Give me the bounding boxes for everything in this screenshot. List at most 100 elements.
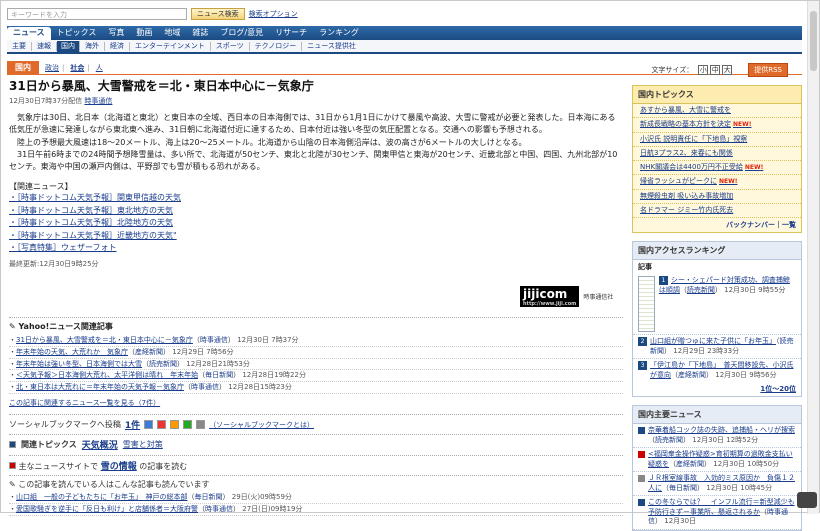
access-ranking-header: 国内アクセスランキング [633,242,801,261]
topic-link[interactable]: 新成長戦略の基本方針を決定 NEW! [633,118,801,133]
bookmark-icon[interactable] [183,420,193,429]
related-topics-label: 関連トピックス [21,440,77,449]
social-bookmark-label: ソーシャルブックマークへ投稿 [9,420,121,429]
news-sites-icon [9,462,16,469]
more-related-link[interactable]: この記事に関連するニュース一覧を見る（7件） [9,398,623,408]
main-news-item: この冬ならでは？ インフル流行＝新型減少も予防行きず－事業所、懸返されるか（時事… [633,496,801,530]
article-body: 気象庁は30日、北日本（北海道と東北）と東日本の全域、西日本の日本海側では、31… [9,112,623,173]
primary-nav: ニュース トピックス 写真 動画 地域 雑誌 ブログ/意見 リサーチ ランキング [7,26,802,40]
social-bookmark-about-link[interactable]: （ソーシャルブックマークとは） [209,420,314,430]
article-source-link[interactable]: 時事通信 [84,97,112,105]
category-label: 国内 [7,60,39,75]
search-options-link[interactable]: 検索オプション [249,9,298,19]
separator: | [62,63,65,72]
related-link[interactable]: ・［時事ドットコム天気予報］東北地方の天気 [9,205,623,218]
backnumber-link[interactable]: バックナンバー｜一覧 [633,218,801,232]
subnav-providers[interactable]: ニュース提供社 [302,42,361,51]
scrollbar-thumb[interactable] [810,11,817,71]
nav-tab-ranking[interactable]: ランキング [313,27,365,40]
article-paragraph: 31日午前6時までの24時間予想降雪量は、多い所で、北海道が50センチ、東北と北… [9,149,618,172]
related-link[interactable]: ・［時事ドットコム天気予報］関東甲信越の天気 [9,192,623,205]
related-news: 【関連ニュース】 ・［時事ドットコム天気予報］関東甲信越の天気 ・［時事ドットコ… [9,181,623,255]
scroll-to-top-button[interactable] [797,492,817,508]
other-sites-prefix: 主なニュースサイトで [18,462,99,471]
also-read: ✎ この記事を読んでいる人はこんな記事も読んでいます ・山口組 一般の子どもたち… [9,475,623,516]
subnav-sports[interactable]: スポーツ [211,41,250,51]
ranking-row: 3 「伊江島か「下地島」 普天間移設先、小沢氏が意向（産経新聞） 12月30日 … [633,358,801,382]
ranking-thumbnail[interactable] [638,276,655,333]
article-date: 12月30日7時37分配信 [9,97,83,105]
snow-info-link[interactable]: 雪の情報 [101,462,137,472]
topic-link[interactable]: あすから暴風、大雪に警戒を [633,104,801,119]
also-read-header: ✎ この記事を読んでいる人はこんな記事も読んでいます [9,480,210,489]
secondary-nav: 主要 速報 国内 海外 経済 エンターテインメント スポーツ テクノロジー ニュ… [7,40,802,54]
nav-tab-research[interactable]: リサーチ [269,27,313,40]
ranking-top-item: 1 シー・シェパード対策成功、調査捕鯨は順調（読売新聞） 12月30日 9時55分 [633,274,801,334]
related-link[interactable]: ・［時事ドットコム天気予報］近畿地方の天気" [9,230,623,243]
topic-link[interactable]: 小沢氏 説明責任に「下地島」視察 [633,133,801,147]
subnav-economy[interactable]: 経済 [105,41,130,51]
subnav-breaking[interactable]: 速報 [32,41,57,51]
article: 31日から暴風、大雪警戒を＝北・東日本中心に－気象庁 12月30日7時37分配信… [9,79,623,269]
topic-weather-overview-link[interactable]: 天気概況 [82,438,118,451]
access-ranking-box: 国内アクセスランキング 記事 1 シー・シェパード対策成功、調査捕鯨は順調（読売新… [632,241,802,398]
subcat-people[interactable]: 人 [96,63,103,73]
list-item: ・北・東日本は大荒れに＝年末年始の天気予報－気象庁（時事通信） 12月28日15… [9,382,623,394]
related-topics: 関連トピックス 天気概況 雪害と対策 [9,434,623,451]
nav-tab-blog[interactable]: ブログ/意見 [214,27,269,40]
social-bookmark: ソーシャルブックマークへ投稿 1件 （ソーシャルブックマークとは） [9,414,623,431]
subnav-technology[interactable]: テクノロジー [250,41,303,51]
nav-tab-video[interactable]: 動画 [130,27,158,40]
domestic-topics-box: 国内トピックス あすから暴風、大雪に警戒を 新成長戦略の基本方針を決定 NEW! … [632,85,802,234]
main-news-box: 国内主要ニュース 奈華着船コック誌の失跡、追捕船・ヘリが捜索（読売新聞） 12月… [632,405,802,531]
article-title: 31日から暴風、大雪警戒を＝北・東日本中心に－気象庁 [9,79,314,93]
subnav-overseas[interactable]: 海外 [80,41,105,51]
subnav-domestic[interactable]: 国内 [57,40,80,52]
nav-tab-region[interactable]: 地域 [158,27,186,40]
nav-tab-topics[interactable]: トピックス [51,27,103,40]
ranking-entry: 山口組が贈つゅに来た子供に「お年玉」（読売新聞） 12月29日 23時33分 [650,337,794,355]
list-item: ・愛国歌騒ぎを逆手に「反日も利け」と店舗係者＝大阪府警（時事通信） 27日(日)… [9,504,623,516]
bookmark-icon[interactable] [170,420,180,429]
nav-tab-photos[interactable]: 写真 [102,27,130,40]
topic-link[interactable]: NHK閣議会は4400万円不正受給 NEW! [633,161,801,176]
bookmark-icon[interactable] [157,420,167,429]
nav-tab-magazine[interactable]: 雑誌 [186,27,214,40]
subcat-society[interactable]: 社会 [70,63,84,73]
bookmark-icon[interactable] [144,420,154,429]
ranking-more-link[interactable]: 1位～20位 [633,382,801,396]
topic-link[interactable]: 帰省ラッシュがピークに NEW! [633,175,801,190]
font-size-controls: 文字サイズ： 小 中 大 提供RSS [651,63,788,77]
topic-link[interactable]: 日航3プラス2、来春にも関係 [633,147,801,162]
subcat-politics[interactable]: 政治 [45,63,59,73]
article-paragraph: 陸上の予想最大風速は18～20メートル、海上は20～25メートル。北海道から山陰… [17,137,527,147]
list-item: ・年末年始は強い冬型、日本海側では大雪（読売新聞） 12月28日21時53分 [9,359,623,371]
subnav-main[interactable]: 主要 [7,41,32,51]
topic-snow-damage-link[interactable]: 雪害と対策 [123,439,163,450]
other-sites-suffix: の記事を読む [139,462,188,471]
font-size-label: 文字サイズ： [651,66,694,74]
bookmark-icon[interactable] [196,420,206,429]
font-small-button[interactable]: 小 [698,65,709,75]
topic-link[interactable]: 無煙殺虫剤 吸い込み事故増加 [633,190,801,205]
subnav-entertainment[interactable]: エンターテインメント [130,41,211,51]
related-news-header: 【関連ニュース】 [9,182,73,192]
nav-tab-news[interactable]: ニュース [7,27,51,40]
last-updated: 最終更新:12月30日9時25分 [9,259,99,268]
social-bookmark-count[interactable]: 1件 [125,418,140,431]
related-link[interactable]: ・［時事ドットコム天気予報］北陸地方の天気 [9,217,623,230]
main-news-item: <福岡衆金操作疑惑>育初期算の過敗金支払い疑惑を（産経新聞） 12月30日 10… [633,448,801,473]
related-link[interactable]: ・［写真特集］ウェザーフォト [9,242,623,255]
vertical-scrollbar[interactable] [807,1,819,514]
search-bar: キーワードを入力 ニュース検索 検索オプション [7,7,298,21]
rss-button[interactable]: 提供RSS [748,63,788,77]
font-medium-button[interactable]: 中 [710,65,721,75]
rank-number: 2 [638,337,647,347]
topic-link[interactable]: 名ドラマー ジミー竹内氏死去 [633,204,801,219]
news-search-button[interactable]: ニュース検索 [191,8,245,20]
separator: | [87,63,90,72]
font-large-button[interactable]: 大 [722,65,733,75]
ranking-tab-articles[interactable]: 記事 [633,260,801,274]
yahoo-related-news: ✎ Yahoo!ニュース関連記事 ・31日から暴風、大雪警戒を＝北・東日本中心に… [9,317,623,408]
search-input[interactable]: キーワードを入力 [7,8,187,20]
